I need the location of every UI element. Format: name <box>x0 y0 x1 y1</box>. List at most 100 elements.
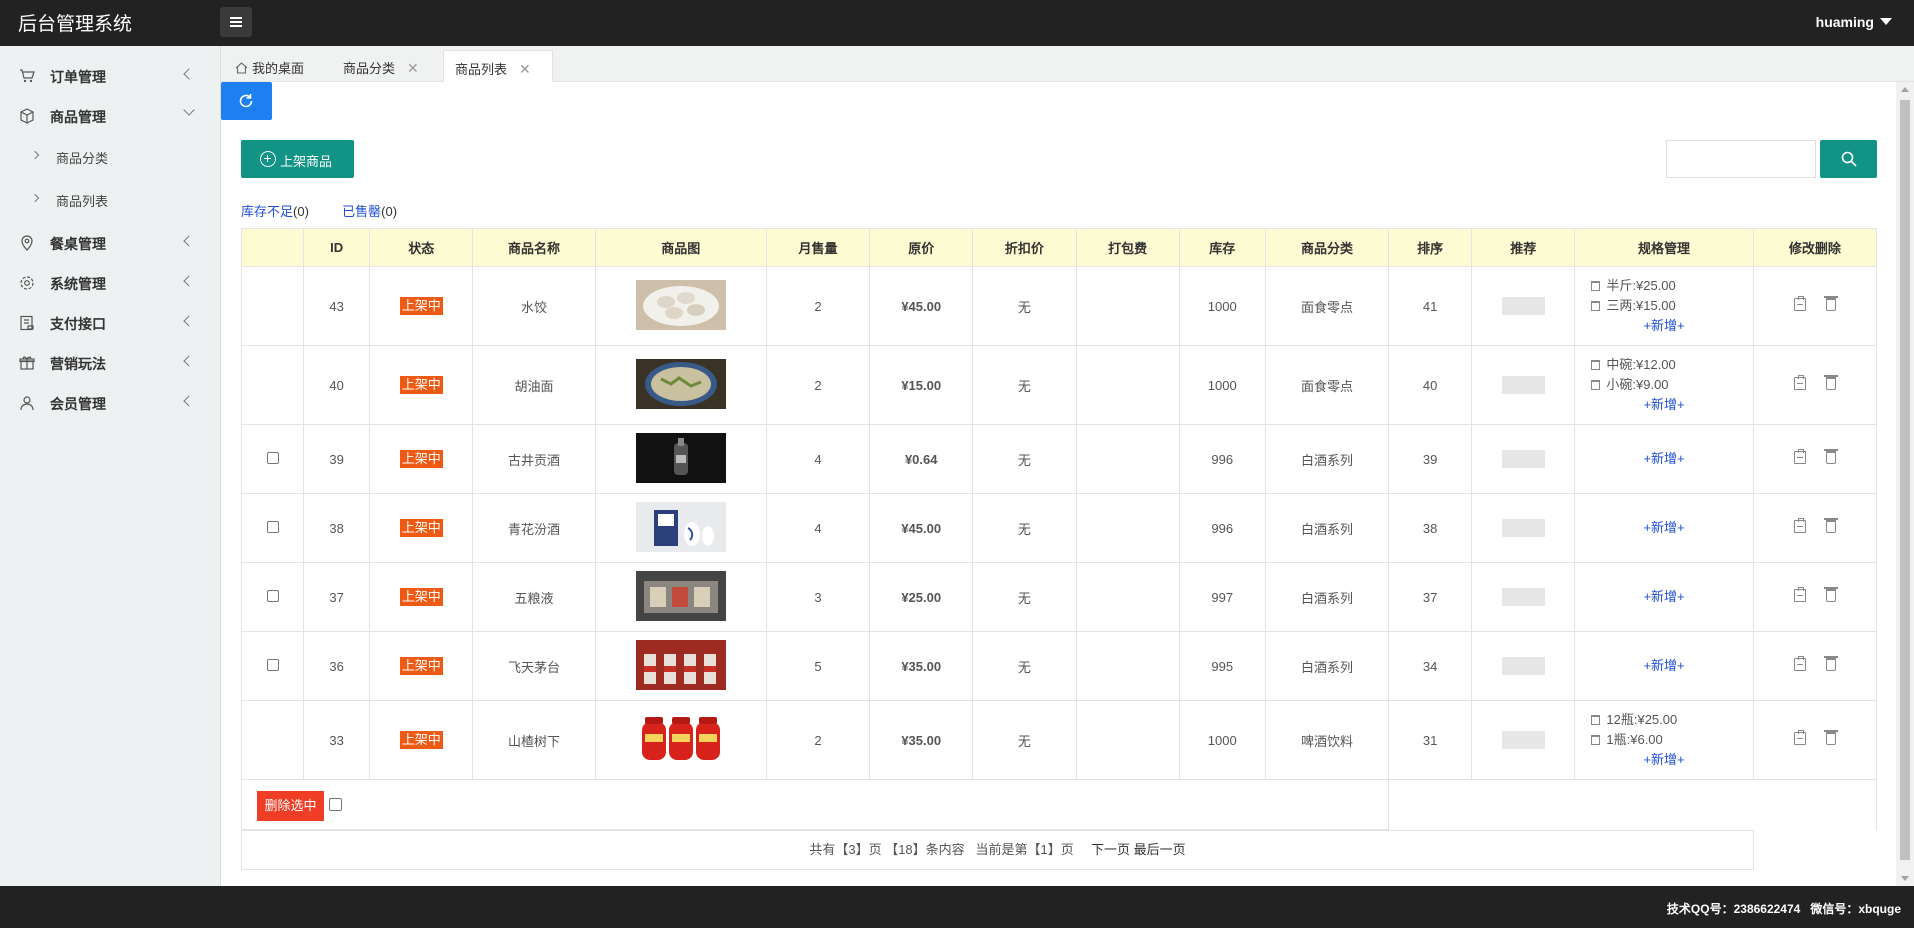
trash-icon[interactable] <box>1823 375 1838 390</box>
sidebar-subitem-label: 商品分类 <box>56 151 109 166</box>
status-badge[interactable]: 上架中 <box>399 450 443 468</box>
sidebar-item-tables[interactable]: 餐桌管理 <box>0 223 221 263</box>
row-checkbox[interactable] <box>266 520 279 533</box>
column-header: ID <box>303 228 371 267</box>
sidebar-item-system[interactable]: 系统管理 <box>0 263 221 303</box>
refresh-button[interactable] <box>221 82 272 120</box>
scrollbar-thumb[interactable] <box>1900 100 1910 860</box>
spec-cell: +新增+ <box>1574 493 1754 563</box>
spec-delete-icon[interactable] <box>1591 380 1601 390</box>
status-badge[interactable]: 上架中 <box>399 519 443 537</box>
spec-delete-icon[interactable] <box>1591 281 1601 291</box>
recommend-badge[interactable]: 未推荐 <box>1501 588 1545 606</box>
add-product-button[interactable]: 上架商品 <box>241 140 354 178</box>
sidebar-item-label: 餐桌管理 <box>50 236 106 252</box>
tab-category[interactable]: 商品分类 ✕ <box>343 50 419 82</box>
spec-delete-icon[interactable] <box>1591 735 1601 745</box>
price-cell: ¥35.00 <box>869 700 974 780</box>
spec-delete-icon[interactable] <box>1591 301 1601 311</box>
next-page-link[interactable]: 下一页 <box>1091 842 1130 857</box>
last-page-link[interactable]: 最后一页 <box>1134 842 1186 857</box>
porcelain-liquor-image <box>635 501 726 555</box>
spec-cell: 中碗:¥12.00 小碗:¥9.00 +新增+ <box>1574 345 1754 425</box>
spec-delete-icon[interactable] <box>1591 360 1601 370</box>
id-cell: 33 <box>303 700 371 780</box>
search-input[interactable] <box>1666 140 1816 178</box>
edit-icon[interactable] <box>1793 730 1806 745</box>
edit-icon[interactable] <box>1793 449 1806 464</box>
user-menu[interactable]: huaming <box>1816 14 1892 30</box>
vertical-scrollbar[interactable] <box>1896 82 1914 886</box>
spec-delete-icon[interactable] <box>1591 715 1601 725</box>
checkbox-cell <box>240 345 305 425</box>
status-badge[interactable]: 上架中 <box>399 588 443 606</box>
sidebar-item-payment[interactable]: 支付接口 <box>0 303 221 343</box>
stock-filters: 库存不足(0) 已售罄(0) <box>241 201 397 220</box>
tab-product-list[interactable]: 商品列表 ✕ <box>443 50 553 82</box>
trash-icon[interactable] <box>1823 518 1838 533</box>
status-badge[interactable]: 上架中 <box>399 731 443 749</box>
trash-icon[interactable] <box>1823 587 1838 602</box>
add-spec-link[interactable]: +新增+ <box>1575 395 1752 415</box>
edit-icon[interactable] <box>1793 656 1806 671</box>
sold-out-link[interactable]: 已售罄 <box>342 204 381 219</box>
trash-icon[interactable] <box>1823 449 1838 464</box>
edit-icon[interactable] <box>1793 375 1806 390</box>
recommend-badge[interactable]: 未推荐 <box>1501 519 1545 537</box>
menu-toggle-button[interactable] <box>220 7 252 37</box>
stock-cell: 996 <box>1178 424 1266 494</box>
chevron-left-icon <box>183 275 195 287</box>
trash-icon[interactable] <box>1823 730 1838 745</box>
chevron-left-icon <box>183 355 195 367</box>
sort-cell: 37 <box>1388 562 1473 632</box>
recommend-badge[interactable]: 未推荐 <box>1501 376 1545 394</box>
column-header: 状态 <box>369 228 474 267</box>
recommend-badge[interactable]: 未推荐 <box>1501 657 1545 675</box>
column-header: 排序 <box>1388 228 1473 267</box>
add-spec-link[interactable]: +新增+ <box>1575 750 1752 770</box>
sidebar-subitem-category[interactable]: 商品分类 <box>0 137 221 177</box>
edit-icon[interactable] <box>1793 296 1806 311</box>
edit-icon[interactable] <box>1793 587 1806 602</box>
actions-cell <box>1752 424 1878 494</box>
add-spec-link[interactable]: +新增+ <box>1575 656 1752 676</box>
delete-selected-button[interactable]: 删除选中 <box>257 791 324 821</box>
trash-icon[interactable] <box>1823 656 1838 671</box>
sidebar-item-marketing[interactable]: 营销玩法 <box>0 343 221 383</box>
sidebar-item-orders[interactable]: 订单管理 <box>0 56 221 96</box>
row-checkbox[interactable] <box>266 658 279 671</box>
status-badge[interactable]: 上架中 <box>399 657 443 675</box>
spec-item: 小碗:¥9.00 <box>1591 375 1752 395</box>
sidebar-subitem-product-list[interactable]: 商品列表 <box>0 180 221 220</box>
recommend-badge[interactable]: 未推荐 <box>1501 297 1545 315</box>
add-spec-link[interactable]: +新增+ <box>1575 449 1752 469</box>
top-header: 后台管理系统 huaming <box>0 0 1914 46</box>
plus-circle-icon <box>260 151 276 167</box>
row-checkbox[interactable] <box>266 451 279 464</box>
add-spec-link[interactable]: +新增+ <box>1575 587 1752 607</box>
status-badge[interactable]: 上架中 <box>399 297 443 315</box>
select-all-checkbox[interactable] <box>329 798 342 811</box>
table-row: 36 上架中 飞天茅台 5 ¥35.00 无 995 白酒系列 34 未推荐 +新增+ <box>240 631 1878 701</box>
name-cell: 胡油面 <box>472 345 596 425</box>
close-icon[interactable]: ✕ <box>519 61 531 77</box>
low-stock-link[interactable]: 库存不足 <box>241 204 293 219</box>
close-icon[interactable]: ✕ <box>407 60 419 76</box>
monthly-sales-cell: 2 <box>765 266 871 346</box>
sidebar-item-products[interactable]: 商品管理 <box>0 96 221 136</box>
recommend-badge[interactable]: 未推荐 <box>1501 450 1545 468</box>
sidebar-item-members[interactable]: 会员管理 <box>0 383 221 423</box>
trash-icon[interactable] <box>1823 296 1838 311</box>
recommend-badge[interactable]: 未推荐 <box>1501 731 1545 749</box>
table-row: 38 上架中 青花汾酒 4 ¥45.00 无 996 白酒系列 38 未推荐 +新增+ <box>240 493 1878 563</box>
column-header: 商品分类 <box>1264 228 1390 267</box>
add-spec-link[interactable]: +新增+ <box>1575 316 1752 336</box>
edit-icon[interactable] <box>1793 518 1806 533</box>
scroll-down-icon[interactable] <box>1901 876 1909 881</box>
search-button[interactable] <box>1820 140 1877 178</box>
row-checkbox[interactable] <box>266 589 279 602</box>
status-badge[interactable]: 上架中 <box>399 376 443 394</box>
add-spec-link[interactable]: +新增+ <box>1575 518 1752 538</box>
tab-desktop[interactable]: 我的桌面 <box>235 50 304 82</box>
scroll-up-icon[interactable] <box>1901 87 1909 92</box>
